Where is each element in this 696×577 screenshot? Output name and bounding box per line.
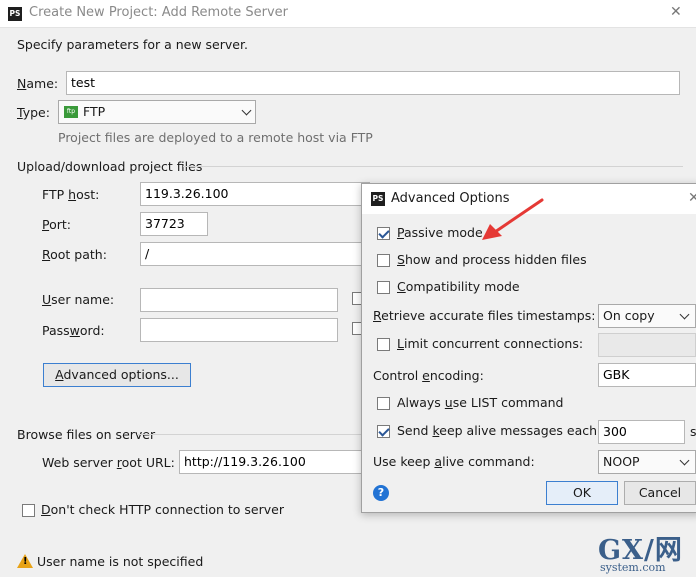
webroot-label: Web server root URL: (42, 455, 175, 470)
password-field[interactable] (140, 318, 338, 342)
type-select-value: FTP (83, 104, 106, 119)
encoding-label: Control encoding: (373, 368, 484, 383)
watermark-small: system.com (600, 561, 666, 574)
dialog-close-icon[interactable]: ✕ (688, 190, 696, 206)
annotation-arrow (482, 198, 544, 240)
browse-section-title: Browse files on server (17, 427, 156, 442)
name-label: Name: (17, 76, 59, 91)
dont-check-http-label: Don't check HTTP connection to server (41, 502, 284, 517)
ftp-host-label: FTP host: (42, 187, 100, 202)
keepalive-command-select[interactable]: NOOP (598, 450, 696, 474)
ftp-host-field[interactable]: 119.3.26.100 (140, 182, 370, 206)
window-titlebar: PS Create New Project: Add Remote Server… (0, 0, 696, 28)
password-label: Password: (42, 323, 105, 338)
keepalive-label: Send keep alive messages each: (397, 423, 602, 438)
warning-icon (17, 554, 33, 568)
hidden-files-checkbox[interactable] (377, 254, 390, 267)
chevron-down-icon (241, 105, 252, 116)
ftp-icon: ftp (64, 106, 78, 118)
list-command-label: Always use LIST command (397, 395, 564, 410)
keepalive-command-value: NOOP (603, 454, 640, 469)
ok-button[interactable]: OK (546, 481, 618, 505)
timestamps-label: Retrieve accurate files timestamps: (373, 308, 596, 323)
port-field[interactable]: 37723 (140, 212, 208, 236)
keepalive-checkbox[interactable] (377, 425, 390, 438)
keepalive-interval-field[interactable]: 300 (598, 420, 685, 444)
help-icon[interactable]: ? (373, 485, 389, 501)
window-title: Create New Project: Add Remote Server (29, 5, 289, 20)
keepalive-unit: s (690, 424, 696, 439)
cancel-button[interactable]: Cancel (624, 481, 696, 505)
passive-mode-checkbox[interactable] (377, 227, 390, 240)
webroot-url-field[interactable]: http://119.3.26.100 (179, 450, 374, 474)
type-label: Type: (17, 105, 50, 120)
encoding-field[interactable]: GBK (598, 363, 696, 387)
advanced-options-button[interactable]: Advanced options... (43, 363, 191, 387)
timestamps-select[interactable]: On copy (598, 304, 696, 328)
type-select[interactable]: ftp FTP (58, 100, 256, 124)
window-close-icon[interactable]: ✕ (670, 4, 682, 20)
keepalive-command-label: Use keep alive command: (373, 454, 535, 469)
compatibility-checkbox[interactable] (377, 281, 390, 294)
port-label: Port: (42, 217, 71, 232)
limit-connections-field[interactable] (598, 333, 696, 357)
watermark-logo: GX/网 system.com (598, 528, 696, 577)
chevron-down-icon (679, 309, 690, 320)
limit-connections-checkbox[interactable] (377, 338, 390, 351)
username-label: User name: (42, 292, 115, 307)
chevron-down-icon (679, 455, 690, 466)
username-field[interactable] (140, 288, 338, 312)
name-field[interactable]: test (66, 71, 680, 95)
list-command-checkbox[interactable] (377, 397, 390, 410)
root-path-field[interactable]: / (140, 242, 370, 266)
app-logo-icon: PS (8, 7, 22, 21)
compatibility-label: Compatibility mode (397, 279, 520, 294)
intro-text: Specify parameters for a new server. (17, 37, 248, 52)
type-hint: Project files are deployed to a remote h… (58, 130, 373, 145)
browse-section-divider (137, 434, 362, 435)
root-path-label: Root path: (42, 247, 107, 262)
timestamps-select-value: On copy (603, 308, 655, 323)
dialog-logo-icon: PS (371, 192, 385, 206)
limit-connections-label: Limit concurrent connections: (397, 336, 584, 351)
warning-text: User name is not specified (37, 554, 204, 569)
dont-check-http-checkbox[interactable] (22, 504, 35, 517)
upload-section-title: Upload/download project files (17, 159, 203, 174)
hidden-files-label: Show and process hidden files (397, 252, 587, 267)
upload-section-divider (183, 166, 683, 167)
